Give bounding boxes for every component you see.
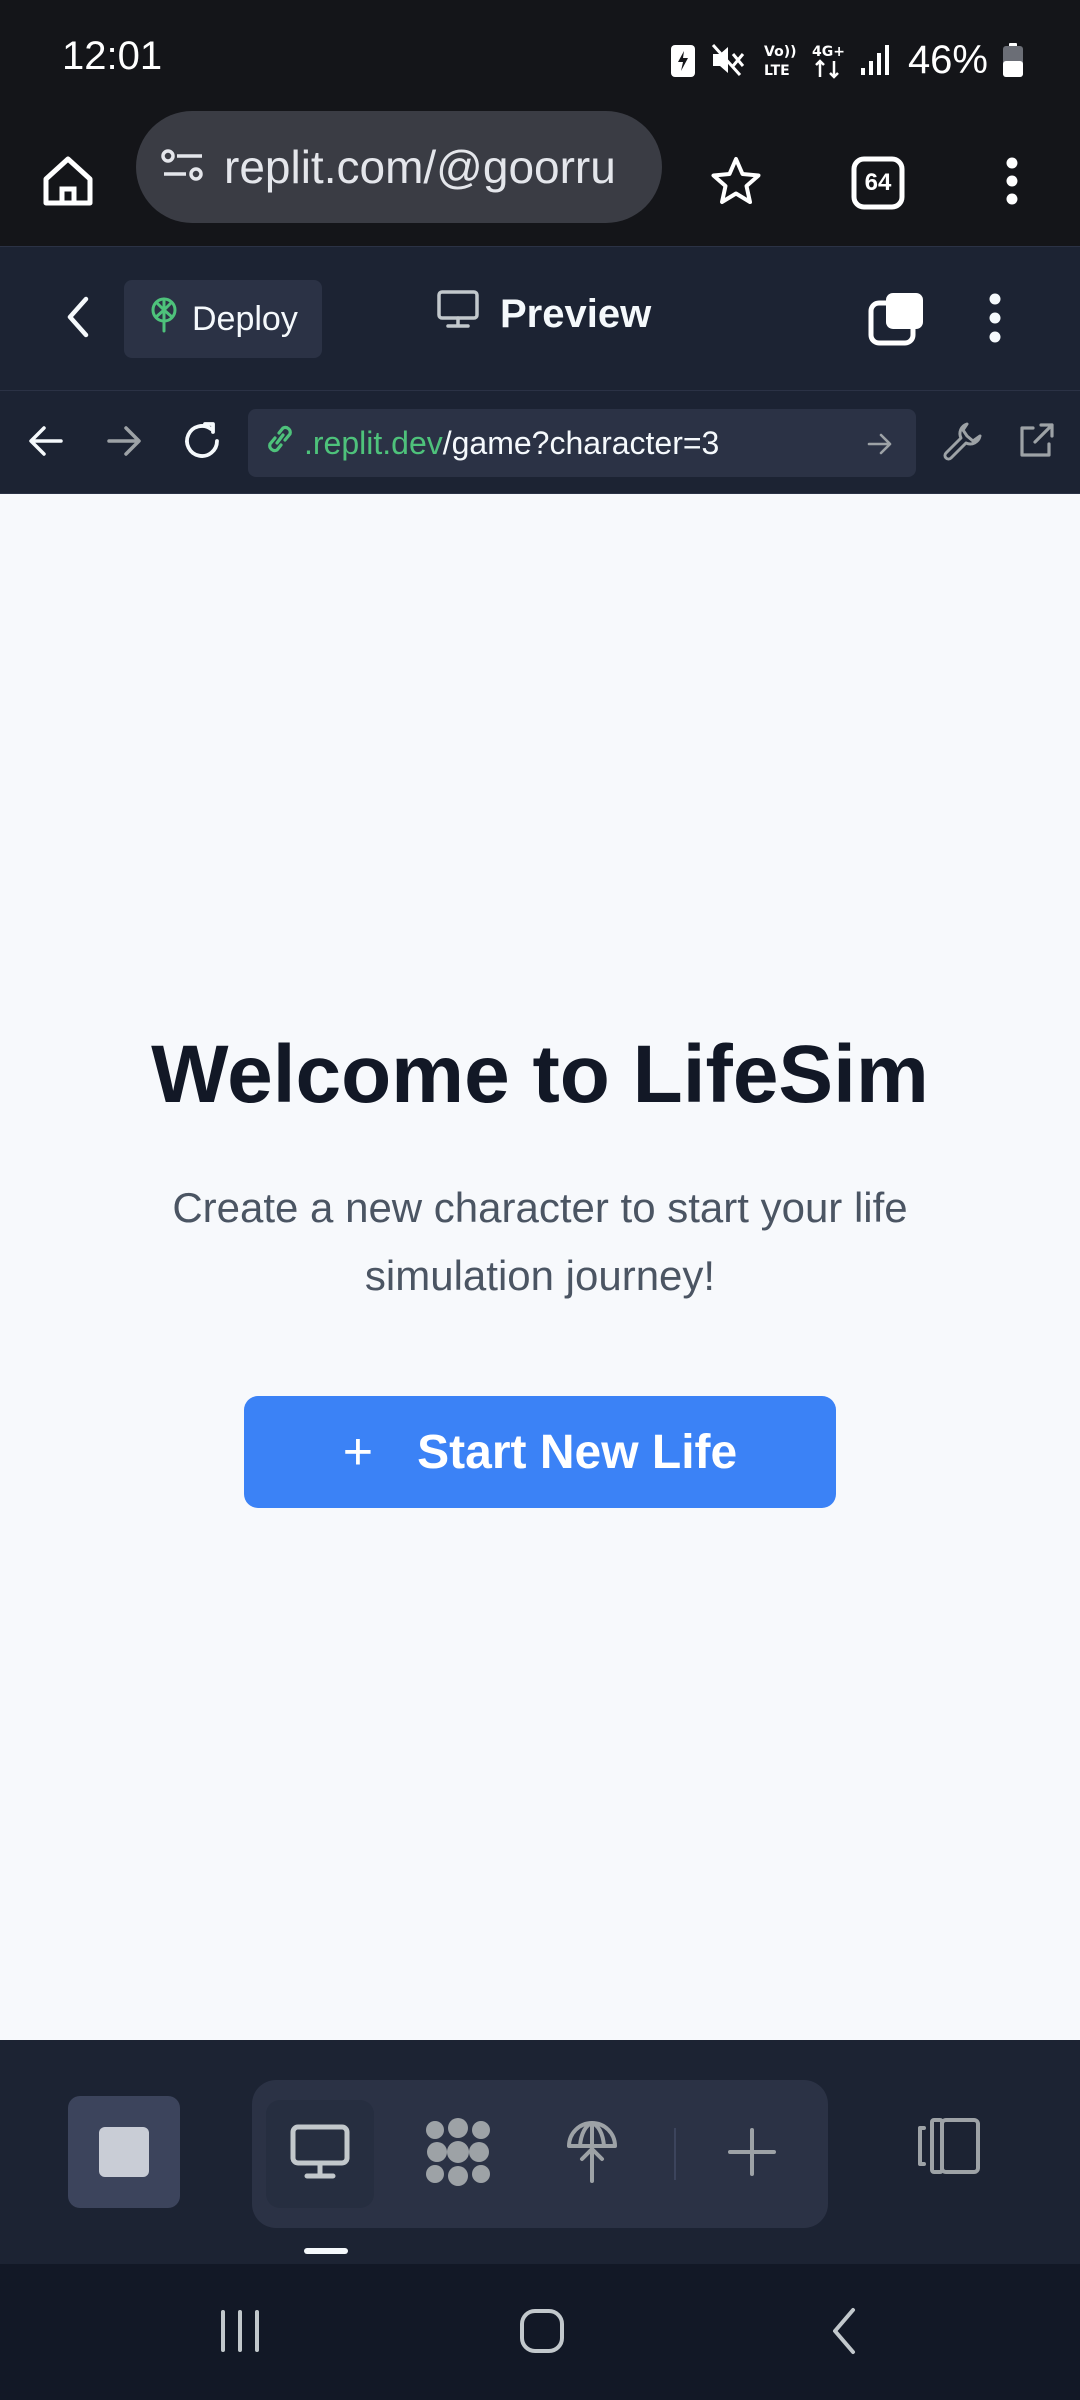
deploy-label: Deploy	[192, 299, 298, 338]
status-icons: Vo)) LTE 4G+ 46%	[670, 30, 1024, 90]
start-new-life-button[interactable]: + Start New Life	[244, 1396, 836, 1508]
deploy-button[interactable]: Deploy	[124, 280, 322, 358]
go-arrow-icon[interactable]	[866, 429, 894, 466]
reload-icon	[181, 420, 223, 467]
add-tab-icon	[726, 2126, 778, 2183]
address-text[interactable]: replit.com/@goorru	[224, 140, 616, 194]
back-chevron-icon	[64, 295, 92, 344]
stop-icon	[99, 2127, 149, 2177]
devtools-button[interactable]	[934, 415, 990, 471]
copy-button[interactable]	[862, 285, 932, 355]
open-external-button[interactable]	[1008, 415, 1064, 471]
more-vert-icon	[988, 292, 1002, 349]
link-icon	[262, 423, 298, 463]
4g-icon: 4G+	[812, 41, 846, 79]
address-bar[interactable]: replit.com/@goorru	[136, 111, 662, 223]
tabs-button[interactable]: 64	[832, 138, 924, 228]
tab-deployments[interactable]	[538, 2100, 646, 2208]
url-domain: .replit.dev	[304, 424, 443, 461]
copy-icon	[868, 290, 926, 351]
signal-icon	[860, 44, 890, 76]
tab-webview[interactable]	[266, 2100, 374, 2208]
app-preview-content: Welcome to LifeSim Create a new characte…	[0, 494, 1080, 2040]
tab-count: 64	[864, 169, 892, 196]
battery-percent: 46%	[907, 37, 988, 82]
star-icon	[710, 155, 762, 212]
webview-toolbar: .replit.dev/game?character=3	[0, 390, 1080, 494]
site-settings-icon[interactable]	[160, 145, 206, 190]
active-tab-indicator	[304, 2248, 348, 2254]
more-vert-icon	[1004, 156, 1020, 211]
replit-bottom-toolbar	[0, 2040, 1080, 2264]
status-time: 12:01	[62, 34, 163, 78]
recents-button[interactable]	[200, 2298, 280, 2368]
tab-agent[interactable]	[404, 2100, 512, 2208]
deployments-icon	[564, 2119, 620, 2190]
home-circle-icon	[518, 2307, 566, 2360]
browser-menu-button[interactable]	[966, 138, 1058, 228]
preview-label: Preview	[500, 291, 652, 336]
page-title: Welcome to LifeSim	[151, 1029, 929, 1120]
replit-header: Deploy Preview	[0, 246, 1080, 390]
stop-button[interactable]	[68, 2096, 180, 2208]
webview-forward-button[interactable]	[96, 415, 152, 471]
page-subtitle: Create a new character to start your lif…	[172, 1184, 908, 1299]
replit-menu-button[interactable]	[970, 285, 1020, 355]
tabs-icon: 64	[851, 156, 905, 210]
battery-icon	[1002, 42, 1024, 78]
battery-saver-icon	[670, 42, 696, 78]
svg-text:LTE: LTE	[764, 63, 790, 79]
tool-divider	[674, 2128, 676, 2180]
preview-tab-title: Preview	[436, 289, 651, 339]
webview-monitor-icon	[289, 2123, 351, 2186]
home-button[interactable]	[22, 138, 114, 228]
svg-text:Vo)): Vo))	[764, 44, 796, 60]
svg-text:4G+: 4G+	[812, 44, 845, 60]
webview-back-button[interactable]	[18, 415, 74, 471]
agent-icon	[423, 2117, 493, 2192]
webview-url-field[interactable]: .replit.dev/game?character=3	[248, 409, 916, 477]
status-bar: 12:01 Vo)) LTE 4G+ 46%	[0, 0, 1080, 120]
deploy-icon	[148, 297, 192, 342]
home-icon	[40, 153, 96, 214]
webview-reload-button[interactable]	[174, 415, 230, 471]
nav-back-icon	[827, 2306, 861, 2361]
star-button[interactable]	[690, 138, 782, 228]
start-new-life-label: Start New Life	[417, 1425, 738, 1479]
back-arrow-icon	[27, 424, 65, 463]
volte-icon: Vo)) LTE	[762, 41, 798, 79]
add-tab-button[interactable]	[698, 2100, 806, 2208]
panel-toggle-button[interactable]	[916, 2116, 984, 2181]
mute-icon	[710, 42, 748, 78]
forward-arrow-icon	[105, 424, 143, 463]
open-external-icon	[1015, 420, 1057, 467]
system-nav-bar	[0, 2264, 1080, 2400]
recents-icon	[217, 2308, 263, 2359]
monitor-icon	[436, 289, 500, 339]
panel-toggle-icon	[916, 2118, 984, 2180]
plus-icon: +	[342, 1423, 374, 1481]
back-button[interactable]	[40, 283, 116, 355]
home-nav-button[interactable]	[502, 2298, 582, 2368]
devtools-wrench-icon	[941, 420, 983, 467]
back-nav-button[interactable]	[804, 2298, 884, 2368]
url-path: /game?character=3	[442, 424, 720, 461]
tool-tabs	[252, 2080, 828, 2228]
